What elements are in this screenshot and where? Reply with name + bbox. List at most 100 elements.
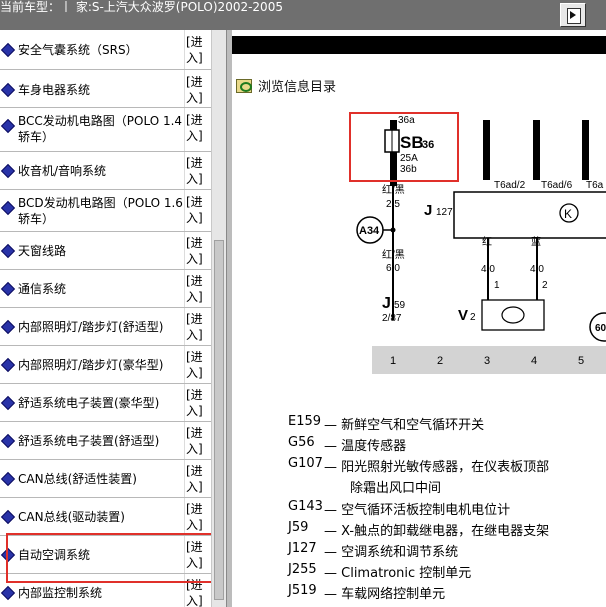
export-button[interactable] bbox=[560, 3, 586, 27]
t6a-label: T6ad/6 bbox=[541, 180, 573, 191]
legend-row: J127— 空调系统和调节系统 bbox=[288, 541, 459, 560]
bullet-icon bbox=[2, 84, 14, 96]
list-item[interactable]: 车身电器系统 [进入] bbox=[0, 70, 211, 108]
list-item-label: 天窗线路 bbox=[18, 244, 67, 258]
svg-text:V: V bbox=[458, 307, 468, 324]
enter-link[interactable]: [进入] bbox=[186, 311, 208, 343]
enter-link[interactable]: [进入] bbox=[186, 112, 208, 144]
enter-link[interactable]: [进入] bbox=[186, 194, 208, 226]
enter-link[interactable]: [进入] bbox=[186, 349, 208, 381]
j127-module bbox=[453, 191, 606, 239]
title-bar: 当前车型：丨 家:S-上汽大众波罗(POLO)2002-2005 bbox=[0, 0, 606, 30]
browse-label: 浏览信息目录 bbox=[258, 80, 337, 95]
list-item-label: 通信系统 bbox=[18, 282, 67, 296]
legend-row: J519— 车载网络控制单元 bbox=[288, 583, 446, 602]
list-scrollbar[interactable] bbox=[211, 30, 226, 607]
list-item[interactable]: BCC发动机电路图（POLO 1.4 轿车） [进入] bbox=[0, 108, 211, 152]
enter-link[interactable]: [进入] bbox=[186, 34, 208, 66]
bullet-icon bbox=[2, 44, 14, 56]
t6a-label: T6a bbox=[586, 180, 604, 191]
list-item[interactable]: 天窗线路 [进入] bbox=[0, 232, 211, 270]
bullet-icon bbox=[2, 245, 14, 257]
list-item[interactable]: CAN总线(驱动装置) [进入] bbox=[0, 498, 211, 536]
list-item[interactable]: 收音机/音响系统 [进入] bbox=[0, 152, 211, 190]
relay-pin-label: 2/87 bbox=[382, 313, 402, 324]
wire-bar bbox=[483, 120, 490, 180]
fuse-highlight bbox=[349, 112, 459, 182]
bullet-icon bbox=[2, 321, 14, 333]
enter-link[interactable]: [进入] bbox=[186, 463, 208, 495]
list-item-label: 内部照明灯/踏步灯(豪华型) bbox=[18, 358, 164, 372]
browse-catalog-link[interactable]: 浏览信息目录 bbox=[236, 76, 336, 95]
svg-text:1: 1 bbox=[494, 280, 500, 291]
bullet-icon bbox=[2, 202, 14, 214]
enter-link[interactable]: [进入] bbox=[186, 387, 208, 419]
list-item-label: BCC发动机电路图（POLO 1.4 轿车） bbox=[18, 114, 183, 144]
legend-row: 除霜出风口中间 bbox=[350, 481, 442, 496]
scrollbar-thumb[interactable] bbox=[214, 240, 224, 600]
list-item-label: 车身电器系统 bbox=[18, 83, 91, 97]
list-item-label: CAN总线(驱动装置) bbox=[18, 510, 125, 524]
enter-link[interactable]: [进入] bbox=[186, 74, 208, 106]
wire-color-label: 红/黑 bbox=[382, 183, 405, 196]
bullet-icon bbox=[2, 587, 14, 599]
list-item[interactable]: BCD发动机电路图（POLO 1.6 轿车） [进入] bbox=[0, 190, 211, 232]
list-item[interactable]: 通信系统 [进入] bbox=[0, 270, 211, 308]
legend-row: G143— 空气循环活板控制电机电位计 bbox=[288, 499, 511, 518]
wire-color-label: 红 bbox=[482, 235, 492, 248]
wire-size-label: 4.0 bbox=[481, 264, 495, 275]
system-list: 安全气囊系统（SRS） [进入] 车身电器系统 [进入] BCC发动机电路图（P… bbox=[0, 30, 211, 607]
ruler-number: 5 bbox=[578, 355, 584, 367]
bullet-icon bbox=[2, 511, 14, 523]
legend-row: J59— X-触点的卸载继电器，在继电器支架 bbox=[288, 520, 550, 539]
enter-link[interactable]: [进入] bbox=[186, 155, 208, 187]
list-item[interactable]: 内部照明灯/踏步灯(舒适型) [进入] bbox=[0, 308, 211, 346]
diagram-viewer: 浏览信息目录 36a SB 36 25A 36b 红/黑 2.5 A34 红/黑… bbox=[232, 30, 606, 607]
svg-text:J: J bbox=[424, 202, 432, 219]
list-item-label: 舒适系统电子装置(豪华型) bbox=[18, 396, 160, 410]
svg-text:59: 59 bbox=[394, 300, 406, 311]
list-item-label: 内部监控制系统 bbox=[18, 586, 103, 600]
list-item[interactable]: CAN总线(舒适性装置) [进入] bbox=[0, 460, 211, 498]
legend-row: G56— 温度传感器 bbox=[288, 435, 407, 454]
ruler-number: 3 bbox=[484, 355, 490, 367]
svg-text:K: K bbox=[564, 207, 572, 221]
bullet-icon bbox=[2, 473, 14, 485]
svg-text:2: 2 bbox=[542, 280, 548, 291]
enter-link[interactable]: [进入] bbox=[186, 273, 208, 305]
list-item-label: 舒适系统电子装置(舒适型) bbox=[18, 434, 160, 448]
ruler-number: 4 bbox=[531, 355, 537, 367]
svg-text:60: 60 bbox=[595, 323, 606, 334]
enter-link[interactable]: [进入] bbox=[186, 425, 208, 457]
export-icon bbox=[570, 11, 576, 19]
list-item-label: 收音机/音响系统 bbox=[18, 164, 107, 178]
enter-link[interactable]: [进入] bbox=[186, 501, 208, 533]
wire-size-label: 2.5 bbox=[386, 199, 400, 210]
list-item[interactable]: 内部照明灯/踏步灯(豪华型) [进入] bbox=[0, 346, 211, 384]
svg-text:A34: A34 bbox=[359, 225, 380, 237]
list-item-label: BCD发动机电路图（POLO 1.6 轿车） bbox=[18, 196, 183, 226]
wire-bar bbox=[533, 120, 540, 180]
wire-size-label: 4.0 bbox=[530, 264, 544, 275]
relay-label: J bbox=[382, 295, 391, 312]
list-item[interactable]: 舒适系统电子装置(豪华型) [进入] bbox=[0, 384, 211, 422]
legend-row: E159— 新鲜空气和空气循环开关 bbox=[288, 414, 485, 433]
bullet-icon bbox=[2, 283, 14, 295]
legend-row: G107— 阳光照射光敏传感器，在仪表板顶部 bbox=[288, 456, 550, 475]
catalog-icon bbox=[236, 79, 252, 93]
enter-link[interactable]: [进入] bbox=[186, 235, 208, 267]
list-item-label: CAN总线(舒适性装置) bbox=[18, 472, 137, 486]
list-item[interactable]: 舒适系统电子装置(舒适型) [进入] bbox=[0, 422, 211, 460]
wire-color-label: 红/黑 bbox=[382, 248, 405, 261]
ruler-number: 2 bbox=[437, 355, 443, 367]
t6a-label: T6ad/2 bbox=[494, 180, 526, 191]
wire-color-label: 蓝 bbox=[531, 236, 541, 248]
list-item[interactable]: 安全气囊系统（SRS） [进入] bbox=[0, 30, 211, 70]
list-item-label: 内部照明灯/踏步灯(舒适型) bbox=[18, 320, 164, 334]
selection-highlight bbox=[6, 533, 211, 583]
bullet-icon bbox=[2, 397, 14, 409]
legend-row: J255— Climatronic 控制单元 bbox=[288, 562, 472, 581]
viewer-toolbar bbox=[232, 36, 606, 54]
bullet-icon bbox=[2, 435, 14, 447]
wire-size-label: 6.0 bbox=[386, 263, 400, 274]
